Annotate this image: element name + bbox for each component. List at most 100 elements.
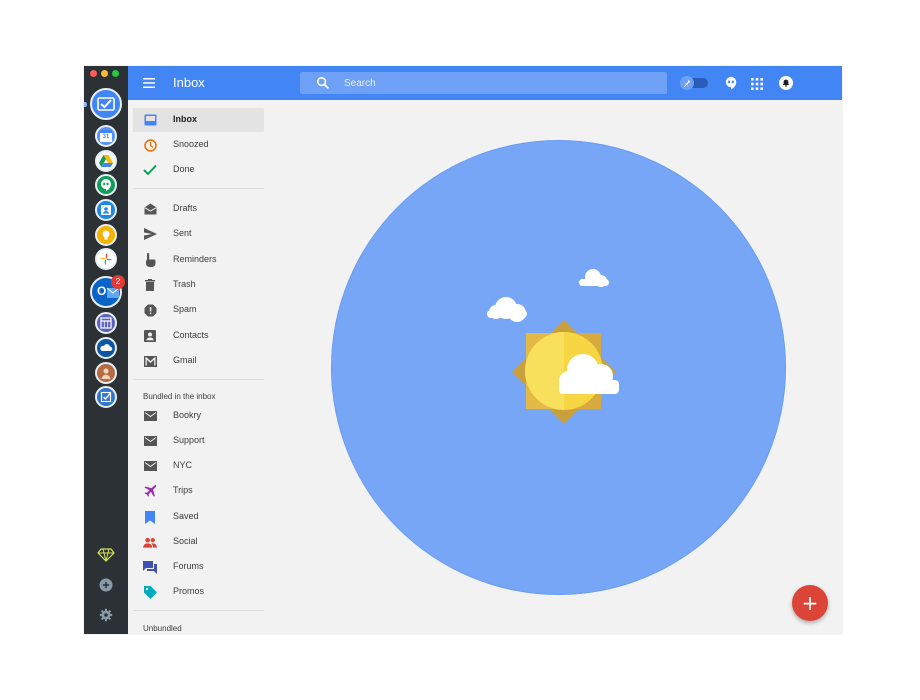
nav-item-reminders[interactable]: Reminders — [133, 248, 264, 272]
search-input[interactable] — [344, 75, 644, 91]
nav-label-snoozed: Snoozed — [173, 139, 209, 149]
close-window-button[interactable] — [90, 70, 97, 77]
nav-item-promos[interactable]: Promos — [133, 580, 264, 604]
nav-label-contacts: Contacts — [173, 330, 209, 340]
nav-item-nyc[interactable]: NYC — [133, 454, 264, 478]
airplane-icon — [143, 484, 157, 498]
search-box[interactable] — [300, 72, 667, 94]
bookmark-icon — [143, 510, 157, 524]
people-icon — [143, 535, 157, 549]
cloud-icon — [100, 344, 113, 351]
hangouts-button[interactable] — [724, 76, 738, 90]
spam-icon — [143, 303, 157, 317]
rail-app-onedrive[interactable] — [95, 337, 117, 359]
bundled-section-heading: Bundled in the inbox — [143, 392, 216, 401]
rail-premium-button[interactable] — [95, 544, 117, 566]
notifications-button[interactable] — [779, 76, 793, 90]
nav-divider — [133, 610, 264, 611]
nav-label-social: Social — [173, 536, 198, 546]
rail-app-calendar[interactable]: 31 — [95, 125, 117, 147]
hangouts-icon — [725, 76, 737, 90]
outlook-letter: O — [97, 284, 107, 298]
send-icon — [143, 227, 157, 241]
contacts-icon — [143, 329, 157, 343]
mail-icon — [143, 459, 157, 473]
nav-item-trash[interactable]: Trash — [133, 273, 264, 297]
google-apps-button[interactable] — [751, 77, 763, 90]
mail-icon — [143, 434, 157, 448]
nav-item-bookry[interactable]: Bookry — [133, 404, 264, 428]
hamburger-menu-icon — [143, 78, 155, 88]
nav-label-support: Support — [173, 435, 205, 445]
nav-item-contacts[interactable]: Contacts — [133, 324, 264, 348]
nav-item-drafts[interactable]: Drafts — [133, 197, 264, 221]
nav-item-forums[interactable]: Forums — [133, 555, 264, 579]
clock-icon — [143, 138, 157, 152]
rail-app-profile[interactable] — [95, 362, 117, 384]
minimize-window-button[interactable] — [101, 70, 108, 77]
rail-app-contacts[interactable] — [95, 199, 117, 221]
rail-app-calendar-grid[interactable] — [95, 312, 117, 334]
nav-divider — [133, 188, 264, 189]
nav-item-inbox[interactable]: Inbox — [133, 108, 264, 132]
forum-icon — [143, 560, 157, 574]
nav-item-trips[interactable]: Trips — [133, 479, 264, 503]
nav-label-forums: Forums — [173, 561, 204, 571]
rail-app-photos[interactable] — [95, 248, 117, 270]
app-window: 31 O 2 Inbox Search Inbox Snoozed Done D… — [84, 66, 842, 634]
rail-settings-button[interactable] — [95, 604, 117, 626]
page-title: Inbox — [173, 75, 205, 90]
rail-app-hangouts[interactable] — [95, 174, 117, 196]
inbox-app-icon — [97, 97, 115, 111]
nav-item-sent[interactable]: Sent — [133, 222, 264, 246]
pinned-toggle[interactable] — [680, 76, 710, 90]
tag-icon — [143, 585, 157, 599]
inbox-zero-illustration — [487, 269, 619, 424]
nav-label-promos: Promos — [173, 586, 205, 596]
inbox-icon — [143, 113, 157, 127]
rail-add-app-button[interactable] — [95, 574, 117, 596]
nav-item-social[interactable]: Social — [133, 530, 264, 554]
nav-label-gmail: Gmail — [173, 355, 197, 365]
nav-item-support[interactable]: Support — [133, 429, 264, 453]
outlook-unread-badge: 2 — [111, 275, 125, 289]
top-app-bar: Inbox — [128, 66, 842, 100]
gmail-icon — [143, 354, 157, 368]
nav-label-spam: Spam — [173, 304, 197, 314]
pinwheel-icon — [100, 253, 112, 265]
calendar-date-label: 31 — [102, 134, 110, 140]
reminder-hand-icon — [143, 253, 157, 267]
gear-icon — [99, 608, 113, 622]
rail-app-tasks[interactable] — [95, 386, 117, 408]
rail-app-keep[interactable] — [95, 224, 117, 246]
nav-divider — [133, 379, 264, 380]
maximize-window-button[interactable] — [112, 70, 119, 77]
rail-app-drive[interactable] — [95, 150, 117, 172]
small-cloud-icon — [579, 269, 609, 287]
nav-item-spam[interactable]: Spam — [133, 298, 264, 322]
nav-label-drafts: Drafts — [173, 203, 198, 213]
compose-button[interactable]: + — [792, 585, 828, 621]
nav-item-snoozed[interactable]: Snoozed — [133, 133, 264, 157]
drafts-icon — [143, 202, 157, 216]
nav-label-nyc: NYC — [173, 460, 193, 470]
app-rail: 31 O 2 — [84, 66, 128, 634]
main-menu-button[interactable] — [140, 74, 158, 92]
drive-icon — [99, 155, 113, 167]
nav-item-gmail[interactable]: Gmail — [133, 349, 264, 373]
trash-icon — [143, 278, 157, 292]
nav-label-saved: Saved — [173, 511, 199, 521]
rail-app-inbox[interactable] — [90, 88, 122, 120]
navigation-drawer: Inbox Snoozed Done Drafts Sent Reminders… — [128, 100, 268, 634]
plus-icon: + — [801, 591, 819, 615]
pin-toggle-knob — [680, 76, 694, 90]
calendar-grid-icon — [100, 317, 112, 329]
nav-item-done[interactable]: Done — [133, 158, 264, 182]
nav-item-saved[interactable]: Saved — [133, 505, 264, 529]
nav-label-trash: Trash — [173, 279, 196, 289]
avatar-icon — [101, 368, 111, 379]
search-icon — [316, 76, 330, 90]
nav-label-reminders: Reminders — [173, 254, 217, 264]
active-app-indicator — [84, 102, 87, 107]
nav-label-trips: Trips — [173, 485, 193, 495]
